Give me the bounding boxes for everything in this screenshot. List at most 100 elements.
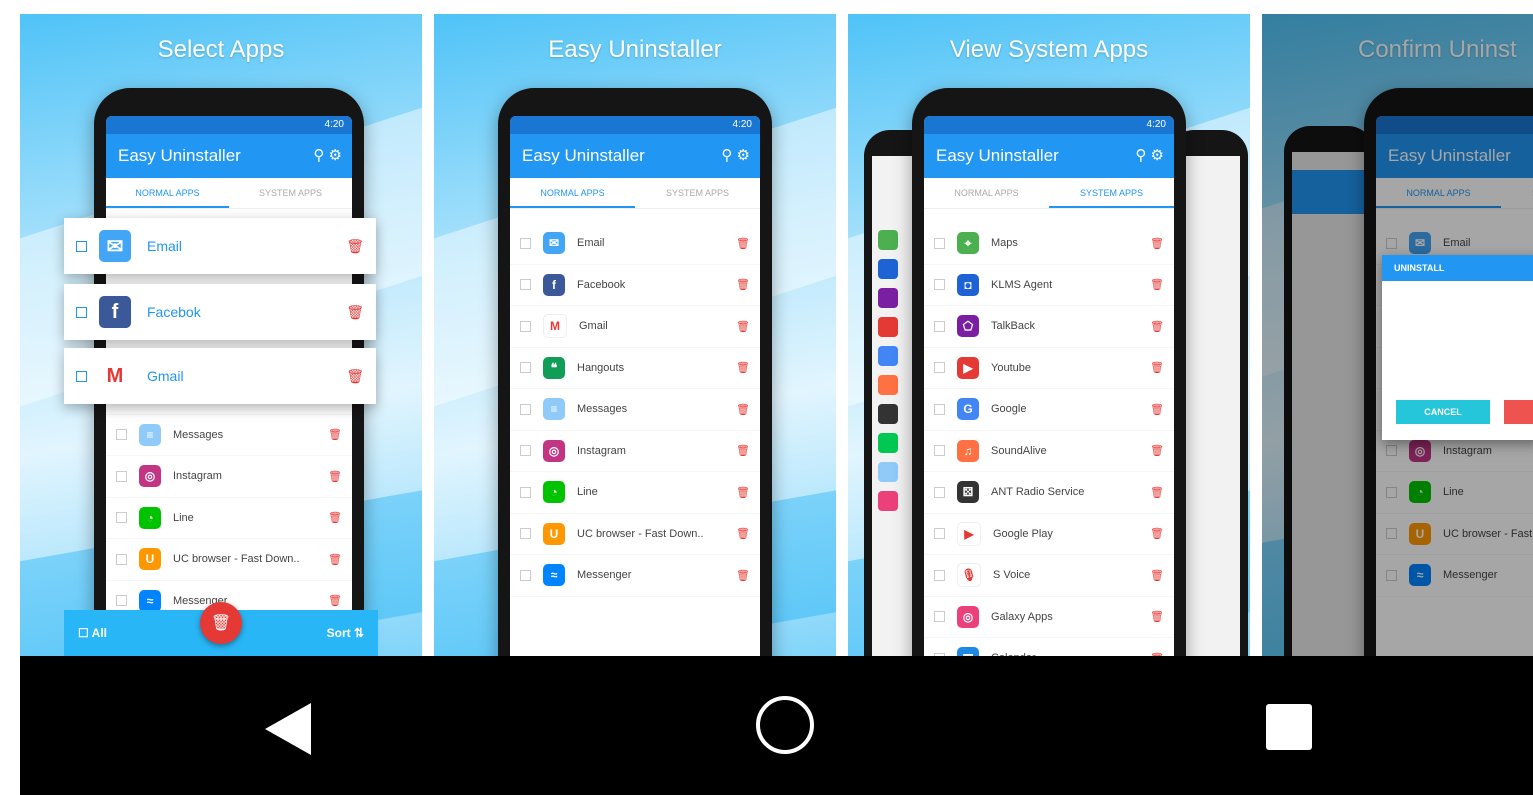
trash-icon[interactable]: 🗑 <box>1150 237 1164 250</box>
app-list-item[interactable]: ❝ Hangouts 🗑 <box>510 348 760 389</box>
app-list-item[interactable]: ◎ Galaxy Apps 🗑 <box>924 597 1174 638</box>
app-list-item[interactable]: ⬠ TalkBack 🗑 <box>924 306 1174 348</box>
app-list-item[interactable]: ♫ SoundAlive 🗑 <box>924 431 1174 472</box>
app-list-item[interactable]: ≈ Messenger 🗑 <box>510 555 760 597</box>
select-checkbox[interactable] <box>520 279 531 291</box>
back-icon[interactable] <box>265 703 311 755</box>
trash-icon[interactable]: 🗑 <box>1150 486 1164 499</box>
select-checkbox[interactable] <box>934 237 945 249</box>
trash-icon[interactable]: 🗑 <box>346 368 364 385</box>
select-checkbox[interactable] <box>520 445 531 457</box>
app-list-item[interactable]: G Google 🗑 <box>924 389 1174 431</box>
app-list-item[interactable]: ⚄ ANT Radio Service 🗑 <box>924 472 1174 514</box>
search-icon[interactable]: ⚲ <box>1135 147 1146 164</box>
app-list-item[interactable]: ◔ Line 🗑 <box>106 498 352 539</box>
settings-icon[interactable]: ⚙ <box>737 147 750 164</box>
app-list-item[interactable]: ◎ Instagram 🗑 <box>106 456 352 498</box>
select-checkbox[interactable] <box>116 429 127 441</box>
cancel-button[interactable]: CANCEL <box>1396 400 1490 424</box>
trash-icon[interactable]: 🗑 <box>346 304 364 321</box>
select-checkbox[interactable] <box>76 240 87 252</box>
select-checkbox[interactable] <box>934 652 945 656</box>
trash-icon[interactable]: 🗑 <box>736 237 750 250</box>
trash-icon[interactable]: 🗑 <box>736 320 750 333</box>
select-checkbox[interactable] <box>116 595 127 607</box>
select-checkbox[interactable] <box>76 306 87 318</box>
tab-system-apps[interactable]: SYSTEM APPS <box>635 178 760 208</box>
select-all-button[interactable]: ☐ All <box>78 626 107 640</box>
select-checkbox[interactable] <box>520 569 531 581</box>
trash-icon[interactable]: 🗑 <box>736 486 750 499</box>
app-list-item[interactable]: ▶ Google Play 🗑 <box>924 514 1174 555</box>
trash-icon[interactable]: 🗑 <box>328 470 342 483</box>
select-checkbox[interactable] <box>934 445 945 457</box>
trash-icon[interactable]: 🗑 <box>736 361 750 374</box>
select-checkbox[interactable] <box>934 279 945 291</box>
trash-icon[interactable]: 🗑 <box>1150 610 1164 623</box>
app-list-item[interactable]: ≡ Messages 🗑 <box>510 389 760 431</box>
trash-icon[interactable]: 🗑 <box>1150 361 1164 374</box>
app-list-item[interactable]: ⌖ Maps 🗑 <box>924 223 1174 265</box>
app-list-item[interactable]: ≡ Messages 🗑 <box>106 415 352 456</box>
trash-icon[interactable]: 🗑 <box>736 444 750 457</box>
tab-normal-apps[interactable]: NORMAL APPS <box>510 178 635 208</box>
select-checkbox[interactable] <box>934 611 945 623</box>
ok-button[interactable] <box>1504 400 1533 424</box>
highlight-card[interactable]: M Gmail 🗑 <box>64 348 376 404</box>
search-icon[interactable]: ⚲ <box>313 147 324 164</box>
trash-icon[interactable]: 🗑 <box>1150 569 1164 582</box>
app-list-item[interactable]: U UC browser - Fast Down.. 🗑 <box>106 539 352 581</box>
recent-apps-icon[interactable] <box>1266 704 1312 750</box>
app-list-item[interactable]: U UC browser - Fast Down.. 🗑 <box>510 514 760 555</box>
trash-icon[interactable]: 🗑 <box>1150 403 1164 416</box>
trash-icon[interactable]: 🗑 <box>736 569 750 582</box>
settings-icon[interactable]: ⚙ <box>1151 147 1164 164</box>
trash-icon[interactable]: 🗑 <box>736 527 750 540</box>
select-checkbox[interactable] <box>520 403 531 415</box>
tab-system-apps[interactable]: SYSTEM APPS <box>1049 178 1174 208</box>
app-list-item[interactable]: M Gmail 🗑 <box>510 306 760 348</box>
select-checkbox[interactable] <box>934 569 945 581</box>
trash-icon[interactable]: 🗑 <box>328 553 342 566</box>
select-checkbox[interactable] <box>116 553 127 565</box>
app-list-item[interactable]: 🎙 S Voice 🗑 <box>924 555 1174 597</box>
app-list-item[interactable]: f Facebook 🗑 <box>510 265 760 306</box>
trash-icon[interactable]: 🗑 <box>328 594 342 607</box>
uninstall-fab-button[interactable]: 🗑 <box>200 602 242 644</box>
select-checkbox[interactable] <box>76 370 87 382</box>
trash-icon[interactable]: 🗑 <box>1150 278 1164 291</box>
highlight-card[interactable]: f Facebok 🗑 <box>64 284 376 340</box>
app-list-item[interactable]: ✉ Email 🗑 <box>510 223 760 265</box>
select-checkbox[interactable] <box>520 320 531 332</box>
trash-icon[interactable]: 🗑 <box>1150 320 1164 333</box>
select-checkbox[interactable] <box>934 362 945 374</box>
select-checkbox[interactable] <box>116 470 127 482</box>
trash-icon[interactable]: 🗑 <box>346 238 364 255</box>
trash-icon[interactable]: 🗑 <box>1150 444 1164 457</box>
home-icon[interactable] <box>756 696 814 754</box>
highlight-card[interactable]: ✉ Email 🗑 <box>64 218 376 274</box>
search-icon[interactable]: ⚲ <box>721 147 732 164</box>
select-checkbox[interactable] <box>934 320 945 332</box>
app-list-item[interactable]: ▦ Calendar🗑 <box>924 638 1174 656</box>
sort-button[interactable]: Sort ⇅ <box>327 626 364 640</box>
settings-icon[interactable]: ⚙ <box>329 147 342 164</box>
app-list-item[interactable]: ▶ Youtube 🗑 <box>924 348 1174 389</box>
select-checkbox[interactable] <box>520 528 531 540</box>
trash-icon[interactable]: 🗑 <box>736 403 750 416</box>
trash-icon[interactable]: 🗑 <box>328 511 342 524</box>
tab-normal-apps[interactable]: NORMAL APPS <box>106 178 229 208</box>
select-checkbox[interactable] <box>934 486 945 498</box>
select-checkbox[interactable] <box>520 362 531 374</box>
tab-normal-apps[interactable]: NORMAL APPS <box>924 178 1049 208</box>
trash-icon[interactable]: 🗑 <box>736 278 750 291</box>
trash-icon[interactable]: 🗑 <box>328 428 342 441</box>
app-list-item[interactable]: ◎ Instagram 🗑 <box>510 431 760 472</box>
trash-icon[interactable]: 🗑 <box>1150 652 1164 656</box>
select-checkbox[interactable] <box>520 486 531 498</box>
tab-system-apps[interactable]: SYSTEM APPS <box>229 178 352 208</box>
select-checkbox[interactable] <box>934 528 945 540</box>
trash-icon[interactable]: 🗑 <box>1150 527 1164 540</box>
app-list-item[interactable]: ◘ KLMS Agent 🗑 <box>924 265 1174 306</box>
select-checkbox[interactable] <box>520 237 531 249</box>
